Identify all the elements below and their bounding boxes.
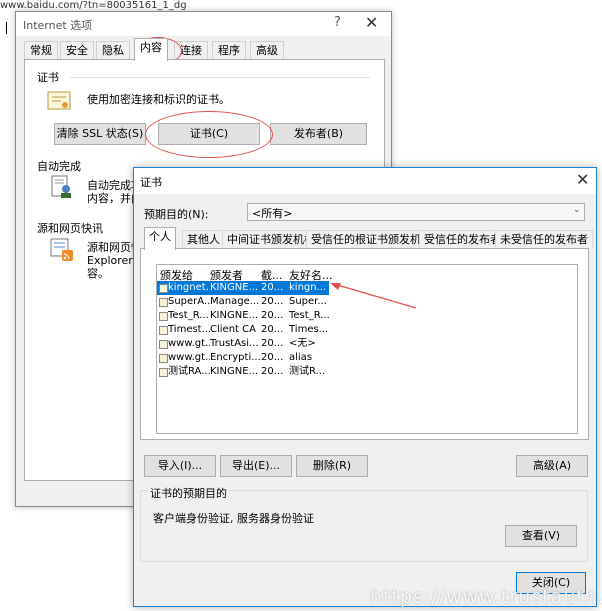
table-row[interactable]: www.gt... Encrypti... 20... alias xyxy=(157,351,329,365)
certificate-icon xyxy=(47,89,71,113)
export-button[interactable]: 导出(E)... xyxy=(220,455,292,477)
watermark-text: https://www.trustauth.cn xyxy=(370,586,602,608)
feeds-group-label: 源和网页快讯 xyxy=(37,222,103,235)
certificate-icon xyxy=(159,298,168,307)
tab-untrusted-publishers[interactable]: 未受信任的发布者 xyxy=(495,230,593,249)
publishers-button[interactable]: 发布者(B) xyxy=(270,123,367,145)
cert-description: 使用加密连接和标识的证书。 xyxy=(87,93,230,106)
annotation-arrow xyxy=(330,283,417,309)
certificate-icon xyxy=(159,368,168,377)
table-row[interactable]: Test_R... KINGNE... 20... Test_R... xyxy=(157,309,329,323)
table-row[interactable]: 测试RA... KINGNE... 20... 测试R... xyxy=(157,365,329,379)
feeds-icon xyxy=(50,238,74,262)
autocomplete-group-label: 自动完成 xyxy=(37,160,81,173)
remove-button[interactable]: 删除(R) xyxy=(296,455,368,477)
background-url-text: www.baidu.com/?tn=80035161_1_dg xyxy=(0,0,187,11)
clear-ssl-button[interactable]: 清除 SSL 状态(S) xyxy=(54,123,146,145)
intended-purposes-value: 客户端身份验证, 服务器身份验证 xyxy=(153,512,314,525)
tab-content[interactable]: 内容 xyxy=(134,38,168,61)
purpose-label: 预期目的(N): xyxy=(144,208,209,221)
tab-programs[interactable]: 程序 xyxy=(212,41,246,60)
tab-advanced[interactable]: 高级 xyxy=(250,41,284,60)
advanced-button[interactable]: 高级(A) xyxy=(516,455,588,477)
certificates-dialog: 证书 ✕ 预期目的(N): <所有> ⌄ 个人 其他人 中间证书颁发机构 受信任… xyxy=(133,167,597,607)
certificate-icon xyxy=(159,284,168,293)
certificate-icon xyxy=(159,326,168,335)
view-button[interactable]: 查看(V) xyxy=(505,525,577,547)
intended-purposes-group: 证书的预期目的 客户端身份验证, 服务器身份验证 查看(V) xyxy=(140,485,588,562)
internet-options-titlebar: Internet 选项 ? ✕ xyxy=(16,12,391,36)
table-row[interactable]: SuperA... Manage... 20... Super... xyxy=(157,295,329,309)
text-cursor xyxy=(6,22,7,34)
feeds-text-line3: 容。 xyxy=(87,267,109,280)
tab-general[interactable]: 常规 xyxy=(24,41,58,60)
purpose-select-value: <所有> xyxy=(252,207,293,220)
table-row[interactable]: kingnet... KINGNE... 20... kingn... xyxy=(157,281,329,295)
purpose-select[interactable]: <所有> ⌄ xyxy=(247,203,585,221)
autocomplete-icon xyxy=(50,175,74,199)
tab-privacy[interactable]: 隐私 xyxy=(96,41,130,60)
certificate-icon xyxy=(159,354,168,363)
group-divider xyxy=(70,77,370,78)
certificate-icon xyxy=(159,312,168,321)
tab-trusted-root-ca[interactable]: 受信任的根证书颁发机构 xyxy=(306,230,437,249)
import-button[interactable]: 导入(I)... xyxy=(144,455,216,477)
tab-other-people[interactable]: 其他人 xyxy=(182,230,225,249)
certificate-icon xyxy=(159,340,168,349)
chevron-down-icon: ⌄ xyxy=(573,205,581,215)
certificates-titlebar: 证书 ✕ xyxy=(134,168,596,194)
annotation-ellipse-certificates-button xyxy=(145,111,273,158)
tab-trusted-publishers[interactable]: 受信任的发布者 xyxy=(419,230,506,249)
table-row[interactable]: www.gt... TrustAsi... 20... <无> xyxy=(157,337,329,351)
cert-group-label: 证书 xyxy=(37,71,59,84)
tab-personal[interactable]: 个人 xyxy=(144,227,176,250)
close-icon[interactable]: ✕ xyxy=(576,170,589,189)
window-title: Internet 选项 xyxy=(23,19,93,32)
intended-purposes-label: 证书的预期目的 xyxy=(148,485,229,501)
dialog-title: 证书 xyxy=(140,176,162,189)
tab-security[interactable]: 安全 xyxy=(60,41,94,60)
table-row[interactable]: Timest... Client CA 20... Times... xyxy=(157,323,329,337)
help-button[interactable]: ? xyxy=(334,15,341,30)
close-icon[interactable]: ✕ xyxy=(365,13,378,32)
